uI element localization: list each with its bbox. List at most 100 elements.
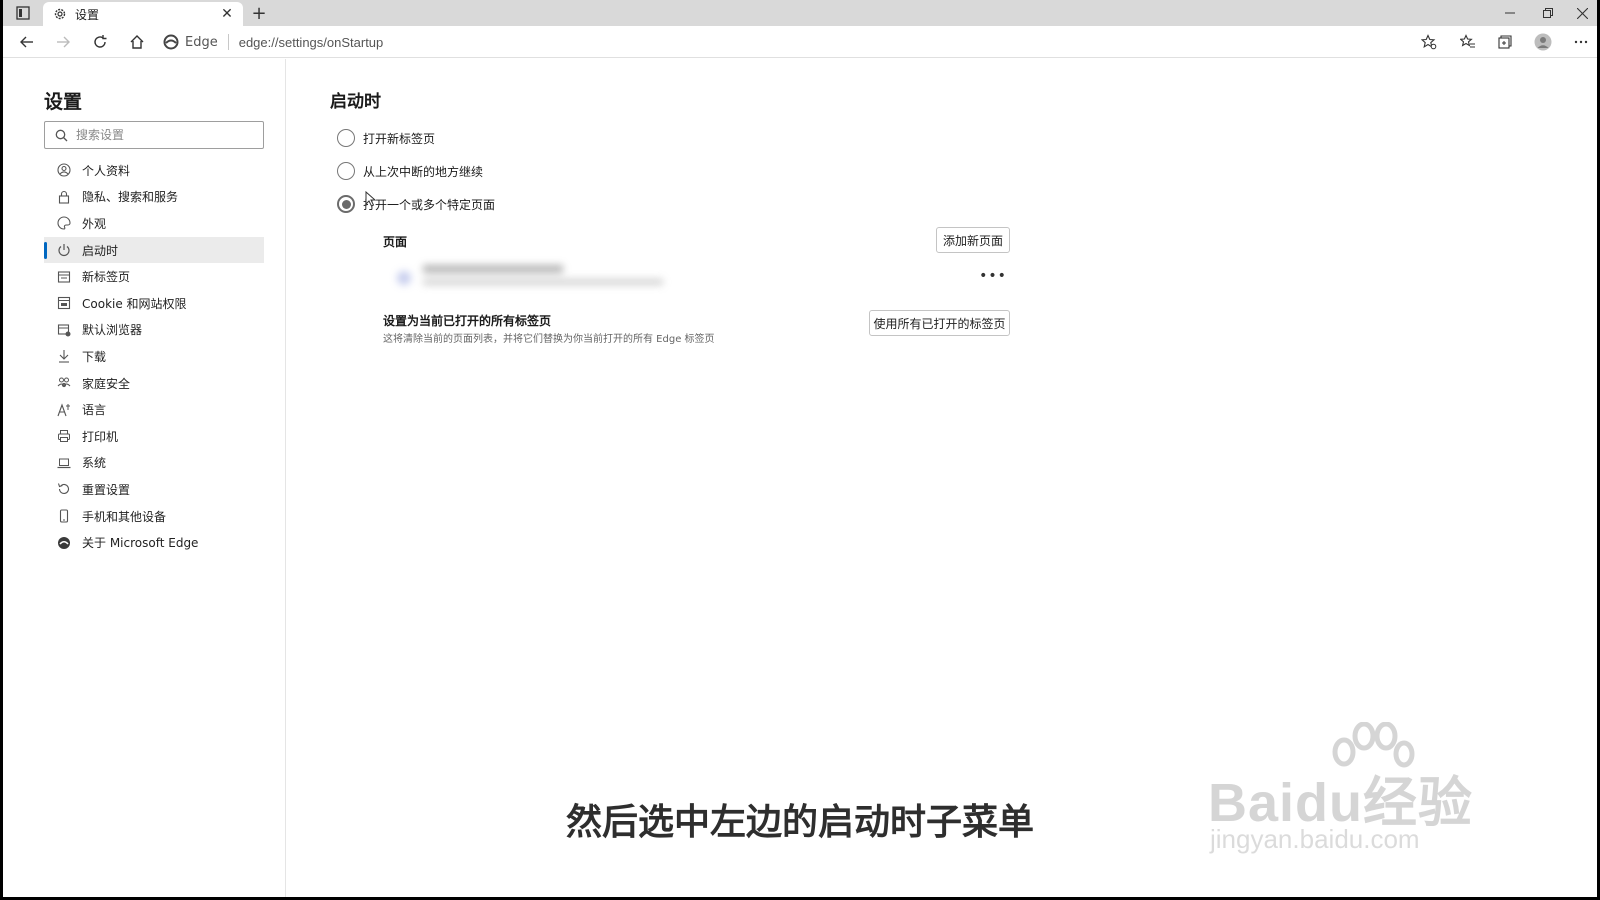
close-icon: ✕ xyxy=(221,6,233,22)
restore-button[interactable] xyxy=(1533,3,1563,23)
minimize-icon xyxy=(1505,12,1515,14)
search-icon xyxy=(55,129,68,141)
page-title-blurred xyxy=(423,265,563,273)
sidebar-item-label: 家庭安全 xyxy=(82,376,131,391)
sidebar-item-downloads[interactable]: 下载 xyxy=(44,343,264,370)
add-new-page-button[interactable]: 添加新页面 xyxy=(936,227,1010,253)
edge-logo-icon xyxy=(163,34,179,50)
new-tab-icon xyxy=(56,269,72,285)
more-dots-icon xyxy=(1574,40,1588,44)
url-text[interactable]: edge://settings/onStartup xyxy=(239,35,384,50)
option-continue-where-left[interactable]: 从上次中断的地方继续 xyxy=(337,162,483,180)
option-label: 打开一个或多个特定页面 xyxy=(363,197,496,212)
home-icon xyxy=(130,35,144,49)
sidebar-item-label: 个人资料 xyxy=(82,163,131,178)
edge-logo-icon xyxy=(56,535,72,551)
new-tab-button[interactable]: + xyxy=(249,3,269,24)
sidebar-item-default-browser[interactable]: 默认浏览器 xyxy=(44,317,264,344)
restore-icon xyxy=(1543,8,1553,18)
sidebar-item-printers[interactable]: 打印机 xyxy=(44,423,264,450)
option-label: 打开新标签页 xyxy=(363,131,436,146)
reset-icon xyxy=(56,481,72,497)
sidebar-item-cookies[interactable]: Cookie 和网站权限 xyxy=(44,290,264,317)
option-label: 从上次中断的地方继续 xyxy=(363,164,484,179)
option-open-specific-pages[interactable]: 打开一个或多个特定页面 xyxy=(337,195,495,213)
sidebar-item-label: 打印机 xyxy=(82,429,119,444)
sidebar-item-label: 默认浏览器 xyxy=(82,323,143,338)
collections-icon xyxy=(1498,35,1512,49)
sidebar-item-languages[interactable]: 语言 xyxy=(44,396,264,423)
toolbar: Edge edge://settings/onStartup xyxy=(3,26,1597,58)
refresh-button[interactable] xyxy=(88,31,112,53)
sidebar-item-label: 外观 xyxy=(82,216,107,231)
more-menu-button[interactable] xyxy=(1569,31,1593,53)
site-label: Edge xyxy=(185,34,218,50)
page-url-blurred xyxy=(423,279,663,285)
sidebar-item-reset[interactable]: 重置设置 xyxy=(44,476,264,503)
settings-sidebar: 设置 个人资料 隐私、搜索和服务 外观 启动时 xyxy=(3,59,286,897)
page-title: 启动时 xyxy=(330,92,381,112)
more-dots-icon: ••• xyxy=(979,268,1007,284)
sidebar-item-privacy[interactable]: 隐私、搜索和服务 xyxy=(44,184,264,211)
tab-settings[interactable]: 设置 ✕ xyxy=(43,2,243,26)
sidebar-title: 设置 xyxy=(44,91,83,113)
radio-dot xyxy=(341,199,351,209)
address-bar[interactable]: Edge edge://settings/onStartup xyxy=(163,29,1443,55)
back-button[interactable] xyxy=(15,31,39,53)
sidebar-item-about[interactable]: 关于 Microsoft Edge xyxy=(44,529,264,556)
power-icon xyxy=(56,242,72,258)
palette-icon xyxy=(56,215,72,231)
address-separator xyxy=(227,34,229,50)
cookie-icon xyxy=(56,295,72,311)
tab-actions-button[interactable] xyxy=(13,4,33,22)
browser-icon xyxy=(56,322,72,338)
sidebar-item-label: 下载 xyxy=(82,349,107,364)
back-arrow-icon xyxy=(20,36,33,48)
tab-title: 设置 xyxy=(75,7,100,22)
radio-button[interactable] xyxy=(337,162,355,180)
search-settings-input[interactable] xyxy=(76,128,246,142)
sidebar-item-label: 手机和其他设备 xyxy=(82,509,167,524)
add-favorite-button[interactable] xyxy=(1417,31,1441,53)
settings-nav: 个人资料 隐私、搜索和服务 外观 启动时 新标签页 Cookie 和网站权限 默… xyxy=(44,157,264,556)
sidebar-item-appearance[interactable]: 外观 xyxy=(44,210,264,237)
radio-button-checked[interactable] xyxy=(337,195,355,213)
forward-arrow-icon xyxy=(57,36,70,48)
sidebar-item-label: 语言 xyxy=(82,403,107,418)
home-button[interactable] xyxy=(125,31,149,53)
laptop-icon xyxy=(56,455,72,471)
collections-button[interactable] xyxy=(1493,31,1517,53)
set-current-tabs-description: 这将清除当前的页面列表，并将它们替换为你当前打开的所有 Edge 标签页 xyxy=(383,334,715,345)
sidebar-item-label: 重置设置 xyxy=(82,482,131,497)
page-more-actions-button[interactable]: ••• xyxy=(979,267,1006,285)
sidebar-item-new-tab[interactable]: 新标签页 xyxy=(44,263,264,290)
search-settings-box[interactable] xyxy=(44,121,264,149)
sidebar-item-label: 隐私、搜索和服务 xyxy=(82,190,179,205)
minimize-button[interactable] xyxy=(1495,3,1525,23)
sidebar-item-phone[interactable]: 手机和其他设备 xyxy=(44,503,264,530)
sidebar-item-on-startup[interactable]: 启动时 xyxy=(44,236,264,264)
language-icon xyxy=(56,402,72,418)
avatar-icon xyxy=(1534,33,1552,51)
sidebar-item-label: 关于 Microsoft Edge xyxy=(82,536,199,551)
sidebar-item-profile[interactable]: 个人资料 xyxy=(44,157,264,184)
browser-window: 设置 ✕ + Edge edge://settings/onStartup 设置… xyxy=(3,0,1597,897)
forward-button[interactable] xyxy=(51,31,75,53)
radio-button[interactable] xyxy=(337,129,355,147)
sidebar-item-system[interactable]: 系统 xyxy=(44,450,264,477)
favorites-icon xyxy=(1460,34,1475,48)
close-window-button[interactable] xyxy=(1567,3,1597,23)
option-open-new-tab[interactable]: 打开新标签页 xyxy=(337,129,435,147)
download-icon xyxy=(56,348,72,364)
star-add-icon xyxy=(1421,34,1437,50)
sidebar-item-family-safety[interactable]: 家庭安全 xyxy=(44,370,264,397)
use-all-open-tabs-button[interactable]: 使用所有已打开的标签页 xyxy=(869,310,1010,336)
sidebar-item-label: 启动时 xyxy=(82,243,119,258)
page-favicon xyxy=(397,271,411,285)
printer-icon xyxy=(56,428,72,444)
profile-button[interactable] xyxy=(1531,31,1555,53)
close-tab-button[interactable]: ✕ xyxy=(219,6,235,22)
refresh-icon xyxy=(94,35,107,48)
favorites-button[interactable] xyxy=(1456,31,1480,53)
page-list-item[interactable] xyxy=(387,259,677,295)
